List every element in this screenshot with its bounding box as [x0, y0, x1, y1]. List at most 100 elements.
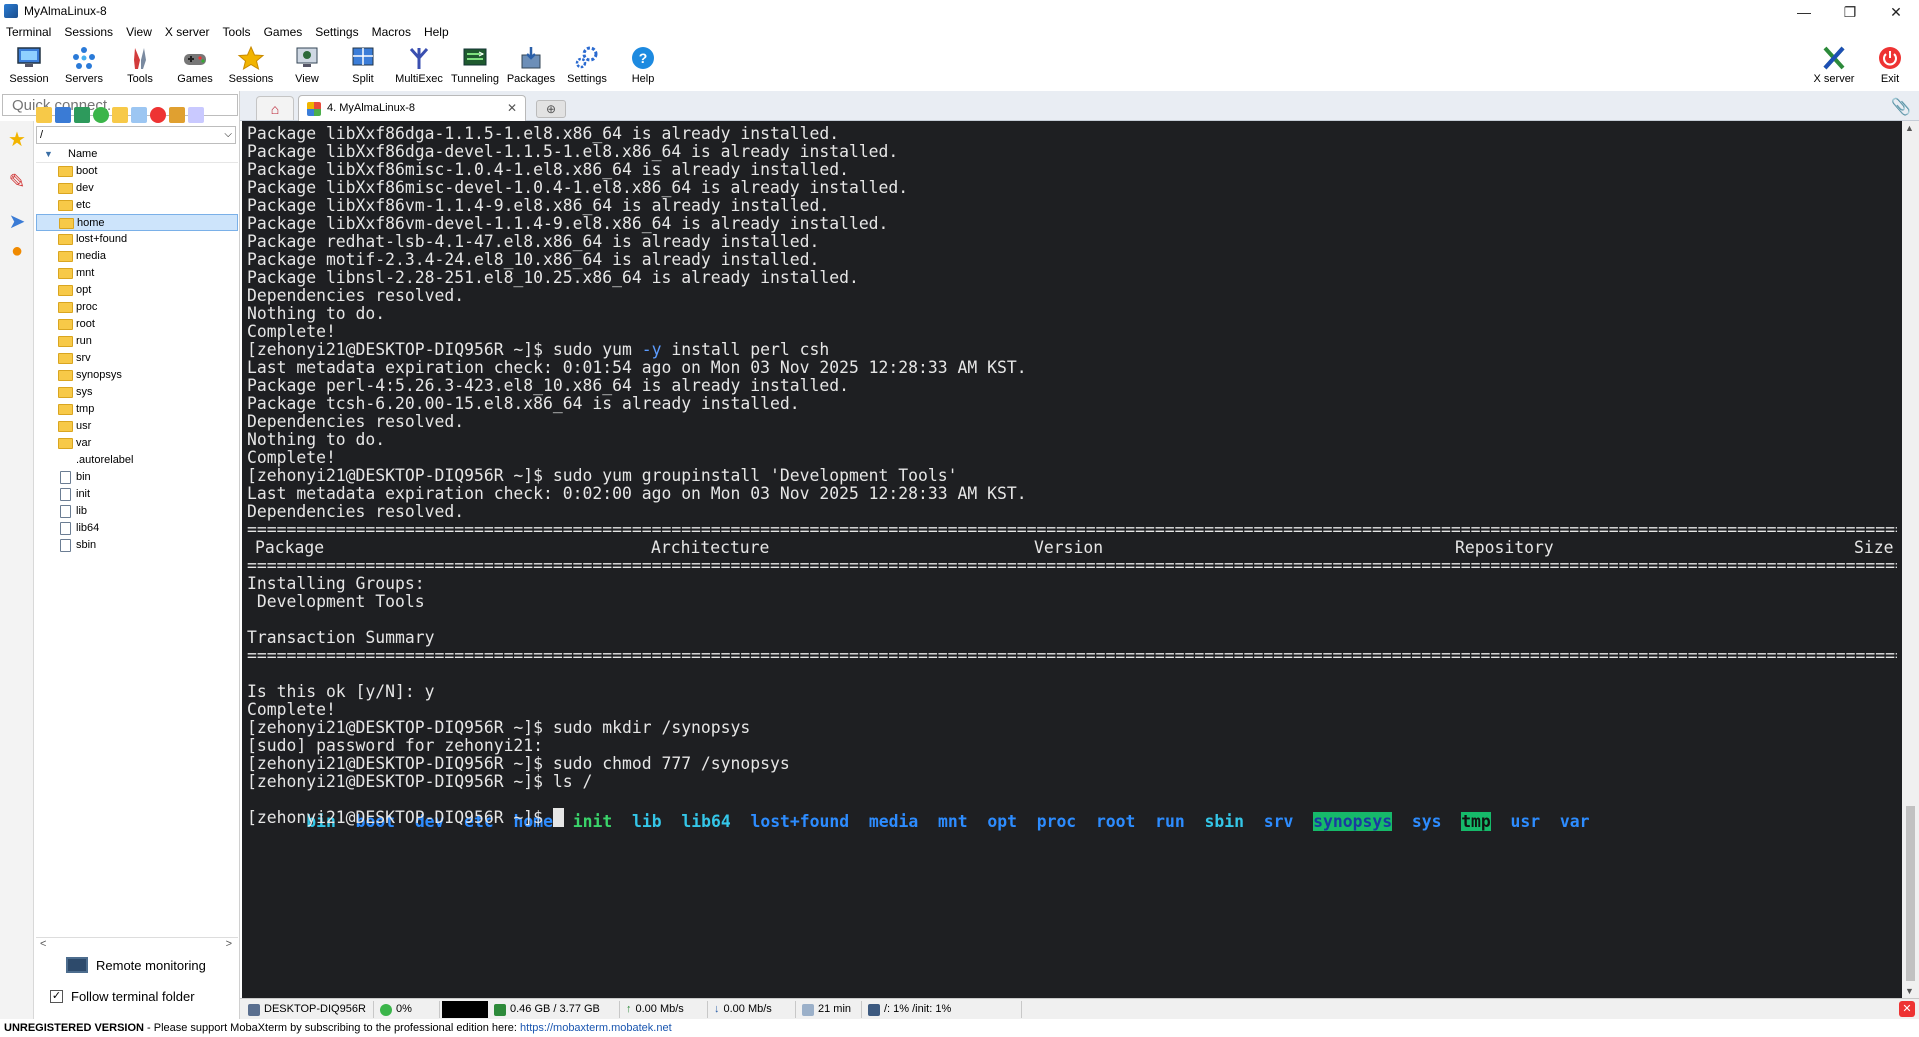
tree-item-sys[interactable]: sys [36, 384, 238, 401]
tree-item-lib64[interactable]: lib64 [36, 520, 238, 537]
menu-tools[interactable]: Tools [223, 24, 251, 41]
tree-item-sbin[interactable]: sbin [36, 537, 238, 554]
paperclip-icon[interactable]: 📎 [1891, 97, 1911, 117]
multiexec-button[interactable]: MultiExec [390, 43, 448, 89]
folder-icon [58, 234, 73, 245]
tree-item-autorelabel[interactable]: .autorelabel [36, 452, 238, 469]
menu-settings[interactable]: Settings [315, 24, 358, 41]
follow-terminal-folder-checkbox[interactable]: ✓ Follow terminal folder [50, 989, 195, 1004]
terminal-prompt-line[interactable]: [zehonyi21@DESKTOP-DIQ956R ~]$ [247, 807, 564, 829]
help-button[interactable]: ? Help [614, 43, 672, 89]
tab-myalmalinux-8[interactable]: 4. MyAlmaLinux-8 ✕ [298, 95, 526, 121]
new-file-icon[interactable] [131, 107, 147, 123]
delete-icon[interactable] [150, 107, 166, 123]
upload-icon[interactable] [74, 107, 90, 123]
session-tab-bar: ⌂ 4. MyAlmaLinux-8 ✕ ⊕ 📎 [240, 91, 1919, 121]
tree-item-bin[interactable]: bin [36, 469, 238, 486]
scroll-up-icon[interactable]: ▲ [1905, 123, 1914, 133]
remote-monitoring-button[interactable]: Remote monitoring [66, 957, 206, 973]
status-upload[interactable]: ↑ 0.00 Mb/s [622, 1001, 708, 1018]
status-host[interactable]: DESKTOP-DIQ956R [244, 1001, 374, 1018]
menu-view[interactable]: View [126, 24, 152, 41]
split-button[interactable]: Split [334, 43, 392, 89]
menu-sessions[interactable]: Sessions [64, 24, 113, 41]
tree-item-synopsys[interactable]: synopsys [36, 367, 238, 384]
scrollbar-thumb[interactable] [1906, 806, 1915, 981]
sftp-path-select[interactable]: / ⌵ [36, 126, 236, 144]
tree-item-tmp[interactable]: tmp [36, 401, 238, 418]
close-status-icon[interactable]: ✕ [1899, 1001, 1915, 1017]
menu-help[interactable]: Help [424, 24, 449, 41]
tree-item-init[interactable]: init [36, 486, 238, 503]
status-bar: DESKTOP-DIQ956R 0% 0.46 GB / 3.77 GB ↑ 0.… [240, 998, 1919, 1019]
packages-button[interactable]: Packages [502, 43, 560, 89]
text-icon[interactable] [188, 107, 204, 123]
new-folder-icon[interactable] [112, 107, 128, 123]
ls-entry: lost+found [750, 812, 850, 831]
scroll-right-icon[interactable]: > [226, 938, 232, 950]
servers-button[interactable]: Servers [55, 43, 113, 89]
tree-item-var[interactable]: var [36, 435, 238, 452]
tree-item-srv[interactable]: srv [36, 350, 238, 367]
tunneling-button[interactable]: Tunneling [446, 43, 504, 89]
status-cpu[interactable]: 0% [376, 1001, 440, 1018]
close-tab-icon[interactable]: ✕ [507, 101, 517, 115]
status-disk[interactable]: /: 1% /init: 1% [864, 1001, 1022, 1018]
tools-button[interactable]: Tools [111, 43, 169, 89]
tree-item-usr[interactable]: usr [36, 418, 238, 435]
menu-x-server[interactable]: X server [165, 24, 210, 41]
home-tab[interactable]: ⌂ [256, 96, 294, 120]
name-column-header[interactable]: ▼ Name [36, 145, 238, 163]
file-icon [60, 488, 71, 501]
status-download[interactable]: ↓ 0.00 Mb/s [710, 1001, 796, 1018]
tree-item-root[interactable]: root [36, 316, 238, 333]
session-button[interactable]: Session [0, 43, 58, 89]
sessions-button[interactable]: Sessions [222, 43, 280, 89]
tree-item-opt[interactable]: opt [36, 282, 238, 299]
file-icon [58, 455, 73, 466]
view-button[interactable]: View [278, 43, 336, 89]
exit-button[interactable]: Exit [1861, 43, 1919, 89]
games-button[interactable]: Games [166, 43, 224, 89]
settings-button[interactable]: Settings [558, 43, 616, 89]
tree-item-lost-found[interactable]: lost+found [36, 231, 238, 248]
parent-folder-icon[interactable] [36, 107, 52, 123]
main-toolbar: Session Servers Tools Games Sessions Vie… [0, 41, 1919, 91]
tree-item-mnt[interactable]: mnt [36, 265, 238, 282]
tree-item-boot[interactable]: boot [36, 163, 238, 180]
tree-item-etc[interactable]: etc [36, 197, 238, 214]
window-title: MyAlmaLinux-8 [24, 4, 107, 18]
maximize-button[interactable]: ❐ [1827, 0, 1873, 24]
status-uptime[interactable]: 21 min [798, 1001, 862, 1018]
tree-item-run[interactable]: run [36, 333, 238, 350]
tree-horizontal-scrollbar[interactable]: < > [36, 937, 238, 951]
close-button[interactable]: ✕ [1873, 0, 1919, 24]
tree-item-media[interactable]: media [36, 248, 238, 265]
tab-sftp-paper-plane-icon[interactable]: ➤ [4, 207, 30, 235]
status-memory[interactable]: 0.46 GB / 3.77 GB [490, 1001, 620, 1018]
menu-games[interactable]: Games [264, 24, 303, 41]
terminal-scrollbar[interactable]: ▲ ▼ [1902, 121, 1919, 998]
title-bar: MyAlmaLinux-8 — ❐ ✕ [0, 0, 1919, 24]
menu-macros[interactable]: Macros [372, 24, 411, 41]
mobaxterm-link[interactable]: https://mobaxterm.mobatek.net [520, 1022, 672, 1034]
scroll-left-icon[interactable]: < [40, 938, 46, 950]
terminal-output[interactable]: Package libXxf86dga-1.1.5-1.el8.x86_64 i… [242, 121, 1902, 998]
folder-icon [58, 183, 73, 194]
new-tab-button[interactable]: ⊕ [536, 100, 566, 118]
permissions-icon[interactable] [169, 107, 185, 123]
download-icon[interactable] [55, 107, 71, 123]
tab-sessions-star-icon[interactable]: ★ [4, 125, 30, 153]
tree-item-proc[interactable]: proc [36, 299, 238, 316]
refresh-icon[interactable] [93, 107, 109, 123]
tab-tools-icon[interactable]: ✎ [4, 167, 30, 195]
tree-item-dev[interactable]: dev [36, 180, 238, 197]
minimize-button[interactable]: — [1781, 0, 1827, 24]
scroll-down-icon[interactable]: ▼ [1905, 986, 1914, 996]
tree-item-lib[interactable]: lib [36, 503, 238, 520]
tab-macros-icon[interactable]: ● [4, 237, 30, 265]
tree-item-home[interactable]: home [36, 214, 238, 231]
menu-terminal[interactable]: Terminal [6, 24, 51, 41]
x-server-button[interactable]: X server [1805, 43, 1863, 89]
download-arrow-icon: ↓ [714, 1003, 720, 1015]
